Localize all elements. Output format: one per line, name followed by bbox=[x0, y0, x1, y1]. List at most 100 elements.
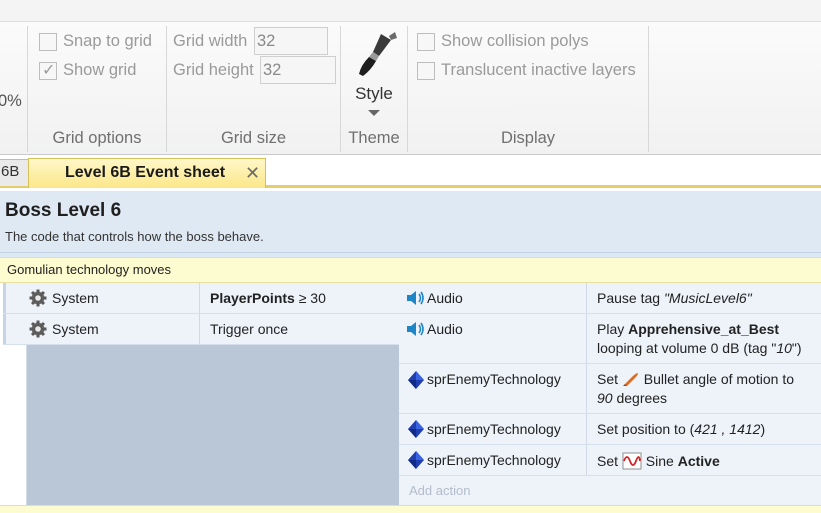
gear-icon bbox=[29, 289, 47, 307]
dropdown-arrow-icon bbox=[368, 110, 380, 116]
column-divider bbox=[586, 314, 587, 363]
ribbon-tab-strip bbox=[0, 0, 821, 22]
action-row[interactable]: sprEnemyTechnology Set position to (421 … bbox=[399, 414, 821, 445]
condition-object[interactable]: System bbox=[27, 314, 199, 344]
show-collision-polys-checkbox[interactable] bbox=[417, 33, 435, 51]
snap-to-grid-label: Snap to grid bbox=[63, 32, 152, 50]
theme-group-label: Theme bbox=[348, 129, 400, 147]
action-text-part: Set bbox=[597, 371, 622, 387]
action-object[interactable]: Audio bbox=[405, 283, 585, 313]
action-object-name: Audio bbox=[427, 321, 463, 337]
event-group-description: The code that controls how the boss beha… bbox=[5, 229, 264, 244]
action-text[interactable]: Set position to (421 , 1412) bbox=[597, 421, 765, 437]
tab-event-sheet-label: Level 6B Event sheet bbox=[65, 164, 226, 181]
action-text-line2[interactable]: 90 degrees bbox=[597, 390, 667, 406]
ribbon-separator bbox=[648, 26, 649, 152]
sine-wave-icon bbox=[622, 452, 642, 470]
action-row[interactable]: Audio Play Apprehensive_at_Best looping … bbox=[399, 314, 821, 364]
speaker-icon bbox=[407, 322, 424, 336]
display-group-label: Display bbox=[500, 129, 556, 147]
zoom-value: 0% bbox=[0, 92, 22, 110]
action-text-part: Pause tag bbox=[597, 290, 664, 306]
action-row[interactable]: sprEnemyTechnology Set Sine Active bbox=[399, 445, 821, 476]
action-text-part: Play bbox=[597, 321, 629, 337]
action-text-line2[interactable]: looping at volume 0 dB (tag "10") bbox=[597, 340, 802, 356]
condition-indent bbox=[3, 314, 6, 344]
action-text-part: ) bbox=[760, 421, 766, 437]
sprite-diamond-icon bbox=[408, 451, 424, 469]
action-object[interactable]: sprEnemyTechnology bbox=[405, 414, 585, 444]
action-text-part: Set position to ( bbox=[597, 421, 695, 437]
action-row[interactable]: Audio Pause tag "MusicLevel6" bbox=[399, 283, 821, 314]
action-text[interactable]: Play Apprehensive_at_Best bbox=[597, 321, 779, 337]
action-object-name: sprEnemyTechnology bbox=[427, 452, 561, 468]
action-row[interactable]: sprEnemyTechnology Set Bullet angle of m… bbox=[399, 364, 821, 414]
style-label: Style bbox=[355, 84, 393, 103]
column-divider bbox=[586, 414, 587, 444]
condition-comparison: ≥ 30 bbox=[294, 290, 326, 306]
sprite-diamond-icon bbox=[408, 371, 424, 389]
tab-event-sheet[interactable]: Level 6B Event sheet ✕ bbox=[28, 158, 266, 188]
gear-icon bbox=[29, 320, 47, 338]
bullet-icon bbox=[622, 373, 638, 386]
show-grid-checkbox[interactable]: ✓ bbox=[39, 62, 57, 80]
event-group-header[interactable]: Boss Level 6 The code that controls how … bbox=[0, 191, 821, 253]
condition-object-name: System bbox=[52, 290, 99, 306]
close-icon[interactable]: ✕ bbox=[245, 163, 260, 184]
action-object[interactable]: Audio bbox=[405, 314, 585, 363]
action-text-part: degrees bbox=[612, 390, 668, 406]
action-text-part: ") bbox=[791, 340, 802, 356]
action-parameter: "MusicLevel6" bbox=[663, 290, 752, 306]
action-text-part: Set bbox=[597, 453, 622, 469]
speaker-icon bbox=[407, 291, 424, 305]
action-object-name: sprEnemyTechnology bbox=[427, 371, 561, 387]
snap-to-grid-checkbox[interactable] bbox=[39, 33, 57, 51]
condition-text[interactable]: Trigger once bbox=[210, 321, 288, 337]
style-button[interactable]: Style bbox=[345, 28, 403, 124]
tab-layout-label: 6B bbox=[1, 163, 20, 180]
event-group-title: Boss Level 6 bbox=[5, 200, 122, 221]
next-event-comment[interactable] bbox=[0, 505, 821, 513]
condition-row[interactable]: System PlayerPoints ≥ 30 bbox=[3, 283, 399, 314]
condition-text[interactable]: PlayerPoints ≥ 30 bbox=[210, 290, 326, 306]
show-grid-label: Show grid bbox=[63, 61, 137, 79]
action-parameter: Active bbox=[677, 453, 720, 469]
column-divider bbox=[586, 283, 587, 313]
checkmark-icon: ✓ bbox=[42, 62, 56, 79]
add-action-link[interactable]: Add action bbox=[409, 483, 470, 498]
column-divider bbox=[199, 283, 200, 313]
paintbrush-icon bbox=[359, 32, 397, 76]
grid-width-label: Grid width bbox=[173, 32, 248, 50]
event-comment[interactable]: Gomulian technology moves bbox=[0, 257, 821, 283]
grid-size-group-label: Grid size bbox=[220, 129, 287, 147]
condition-row[interactable]: System Trigger once bbox=[3, 314, 399, 345]
column-divider bbox=[586, 445, 587, 475]
condition-indent bbox=[3, 283, 6, 313]
action-parameter: 90 bbox=[597, 390, 613, 406]
condition-variable: PlayerPoints bbox=[210, 290, 295, 306]
action-parameter: 421 , 1412 bbox=[694, 421, 761, 437]
action-text[interactable]: Set Bullet angle of motion to bbox=[597, 371, 794, 387]
action-text-part: looping at volume 0 dB (tag " bbox=[597, 340, 777, 356]
action-parameter: Apprehensive_at_Best bbox=[628, 321, 780, 337]
action-object-name: sprEnemyTechnology bbox=[427, 421, 561, 437]
translucent-inactive-layers-label: Translucent inactive layers bbox=[441, 61, 636, 79]
sprite-diamond-icon bbox=[408, 420, 424, 438]
action-object-name: Audio bbox=[427, 290, 463, 306]
translucent-inactive-layers-checkbox[interactable] bbox=[417, 62, 435, 80]
action-object[interactable]: sprEnemyTechnology bbox=[405, 445, 585, 475]
action-text[interactable]: Pause tag "MusicLevel6" bbox=[597, 290, 752, 306]
condition-object-name: System bbox=[52, 321, 99, 337]
column-divider bbox=[586, 364, 587, 413]
column-divider bbox=[199, 314, 200, 344]
comment-text: Gomulian technology moves bbox=[7, 262, 172, 277]
grid-width-input[interactable] bbox=[254, 27, 328, 55]
action-parameter: 10 bbox=[776, 340, 792, 356]
action-text-part: Bullet angle of motion to bbox=[639, 371, 795, 387]
action-object[interactable]: sprEnemyTechnology bbox=[405, 364, 585, 413]
condition-object[interactable]: System bbox=[27, 283, 199, 313]
grid-height-label: Grid height bbox=[173, 61, 254, 79]
action-text[interactable]: Set Sine Active bbox=[597, 452, 720, 470]
action-text-part: Sine bbox=[641, 453, 678, 469]
grid-height-input[interactable] bbox=[260, 56, 336, 84]
